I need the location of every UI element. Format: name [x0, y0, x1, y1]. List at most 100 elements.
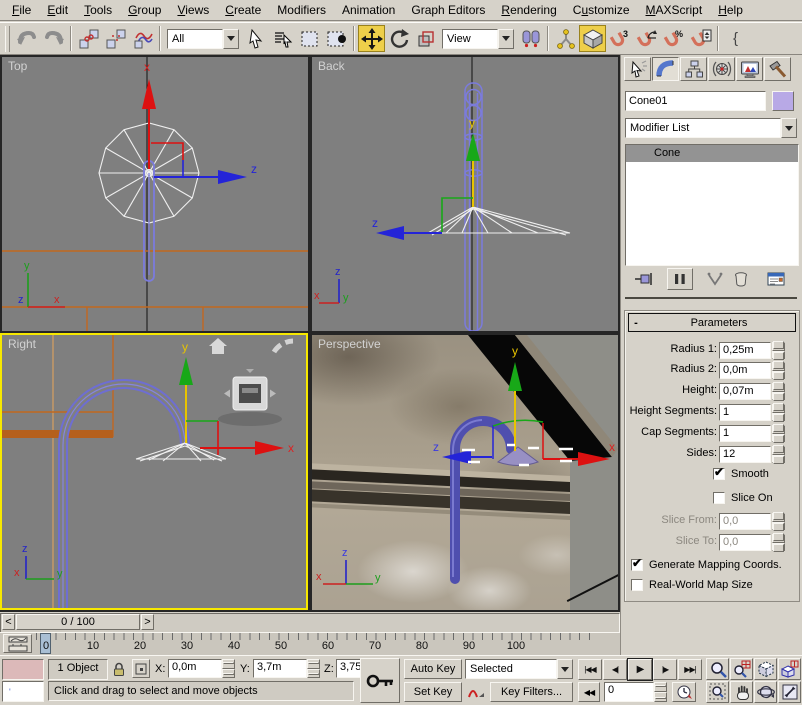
viewport-right[interactable]: Right: [0, 333, 308, 610]
modifier-stack-item-cone[interactable]: Cone: [626, 145, 798, 162]
unlink-selection-icon[interactable]: [102, 25, 129, 52]
x-coordinate-spinner[interactable]: [222, 659, 235, 678]
auto-key-button[interactable]: Auto Key: [404, 659, 462, 679]
param-field[interactable]: 12: [719, 446, 771, 463]
track-bar[interactable]: 0 10 20 30 40 50 60 70 80 90 100: [0, 632, 620, 655]
param-field[interactable]: 0,0m: [719, 362, 771, 379]
param-spinner[interactable]: [772, 404, 785, 421]
modifier-stack[interactable]: Cone: [625, 144, 799, 266]
time-slider-next-button[interactable]: >: [141, 614, 154, 630]
next-frame-button[interactable]: |▶: [653, 659, 677, 680]
selection-lock-toggle[interactable]: [110, 659, 128, 678]
viewcube-roll-arrow-icon[interactable]: [274, 341, 293, 352]
play-button[interactable]: ▶: [628, 659, 652, 680]
viewcube[interactable]: [218, 369, 282, 426]
remove-modifier-button[interactable]: [729, 269, 753, 289]
set-key-button[interactable]: Set Key: [404, 682, 462, 702]
viewport-top-canvas[interactable]: x z y x z: [2, 57, 308, 331]
percent-snap-icon[interactable]: %: [660, 25, 687, 52]
named-selection-sets-icon[interactable]: {: [722, 25, 749, 52]
key-selection-dropdown[interactable]: Selected: [465, 659, 573, 679]
reference-coordinate-arrow-icon[interactable]: [498, 29, 514, 49]
select-by-name-icon[interactable]: [269, 25, 296, 52]
rectangular-selection-region-icon[interactable]: [296, 25, 323, 52]
mini-curve-editor-button[interactable]: [3, 634, 32, 653]
modifier-list-arrow-icon[interactable]: [781, 118, 797, 138]
parameters-rollout-header[interactable]: - Parameters: [628, 313, 796, 332]
time-slider-handle[interactable]: 0 / 100: [16, 614, 140, 630]
param-spinner[interactable]: [772, 383, 785, 400]
absolute-offset-toggle[interactable]: [132, 659, 150, 678]
select-and-scale-icon[interactable]: [412, 25, 439, 52]
viewport-right-canvas[interactable]: y x z y x: [2, 335, 306, 608]
menu-tools[interactable]: Tools: [76, 1, 120, 19]
viewport-back-label[interactable]: Back: [318, 59, 345, 73]
param-field[interactable]: 1: [719, 425, 771, 442]
snaps-toggle-icon[interactable]: [579, 25, 606, 52]
tab-motion[interactable]: [708, 57, 735, 81]
x-coordinate-field[interactable]: 0,0m: [168, 659, 222, 678]
viewport-top[interactable]: Top: [2, 57, 308, 331]
arc-rotate-button[interactable]: [754, 681, 777, 703]
viewport-right-label[interactable]: Right: [8, 337, 36, 351]
selection-filter-dropdown[interactable]: All: [167, 29, 239, 49]
menu-maxscript[interactable]: MAXScript: [638, 1, 711, 19]
angle-snap-icon[interactable]: [633, 25, 660, 52]
go-to-start-button[interactable]: |◀◀: [578, 659, 602, 680]
maxscript-mini-listener[interactable]: ': [2, 681, 44, 702]
menu-customize[interactable]: Customize: [565, 1, 638, 19]
viewport-back-canvas[interactable]: y z z x y: [312, 57, 618, 331]
key-selection-arrow-icon[interactable]: [557, 659, 573, 679]
snap-3d-icon[interactable]: 3: [606, 25, 633, 52]
select-and-link-icon[interactable]: [75, 25, 102, 52]
toolbar-drag-handle[interactable]: [5, 26, 10, 52]
configure-modifier-sets-button[interactable]: [763, 269, 789, 289]
menu-create[interactable]: Create: [217, 1, 269, 19]
param-field[interactable]: 0,25m: [719, 342, 771, 359]
tab-create[interactable]: [624, 57, 651, 81]
panel-divider[interactable]: [625, 297, 797, 299]
menu-edit[interactable]: Edit: [39, 1, 76, 19]
pan-button[interactable]: [730, 681, 753, 703]
zoom-button[interactable]: [706, 658, 729, 680]
rollout-collapse-icon[interactable]: -: [629, 317, 643, 329]
zoom-all-button[interactable]: [730, 658, 753, 680]
tab-hierarchy[interactable]: [680, 57, 707, 81]
y-coordinate-spinner[interactable]: [307, 659, 320, 678]
go-to-end-button[interactable]: ▶▶|: [678, 659, 702, 680]
object-name-field[interactable]: Cone01: [625, 91, 766, 111]
param-spinner[interactable]: [772, 446, 785, 463]
make-unique-button[interactable]: [703, 269, 727, 289]
viewport-back[interactable]: Back: [312, 57, 618, 331]
menu-modifiers[interactable]: Modifiers: [269, 1, 334, 19]
tab-utilities[interactable]: [764, 57, 791, 81]
param-field[interactable]: 0,07m: [719, 383, 771, 400]
menu-help[interactable]: Help: [710, 1, 751, 19]
smooth-checkbox[interactable]: ✔: [713, 468, 725, 480]
maxscript-mini-listener-macro[interactable]: [2, 659, 44, 680]
use-pivot-point-center-icon[interactable]: [517, 25, 544, 52]
real-world-map-size-checkbox[interactable]: [631, 579, 643, 591]
param-spinner[interactable]: [772, 425, 785, 442]
menu-animation[interactable]: Animation: [334, 1, 403, 19]
min-max-toggle-button[interactable]: [778, 681, 801, 703]
viewport-perspective-label[interactable]: Perspective: [318, 337, 381, 351]
default-tangent-icon[interactable]: [465, 682, 487, 702]
param-spinner[interactable]: [772, 342, 785, 359]
select-and-rotate-icon[interactable]: [385, 25, 412, 52]
region-zoom-button[interactable]: [706, 681, 729, 703]
previous-frame-button[interactable]: ◀|: [603, 659, 627, 680]
current-frame-field[interactable]: 0: [604, 682, 654, 702]
object-color-swatch[interactable]: [772, 91, 794, 111]
current-frame-spinner[interactable]: [654, 682, 667, 702]
undo-icon[interactable]: [13, 25, 40, 52]
menu-graph-editors[interactable]: Graph Editors: [403, 1, 493, 19]
select-object-icon[interactable]: [242, 25, 269, 52]
select-and-move-icon[interactable]: [358, 25, 385, 52]
zoom-extents-button[interactable]: [754, 658, 777, 680]
tab-modify[interactable]: [652, 57, 679, 81]
param-spinner[interactable]: [772, 362, 785, 379]
modifier-list-dropdown[interactable]: Modifier List: [625, 118, 797, 138]
param-field[interactable]: 1: [719, 404, 771, 421]
viewport-perspective-canvas[interactable]: y z x z x y: [312, 335, 618, 610]
